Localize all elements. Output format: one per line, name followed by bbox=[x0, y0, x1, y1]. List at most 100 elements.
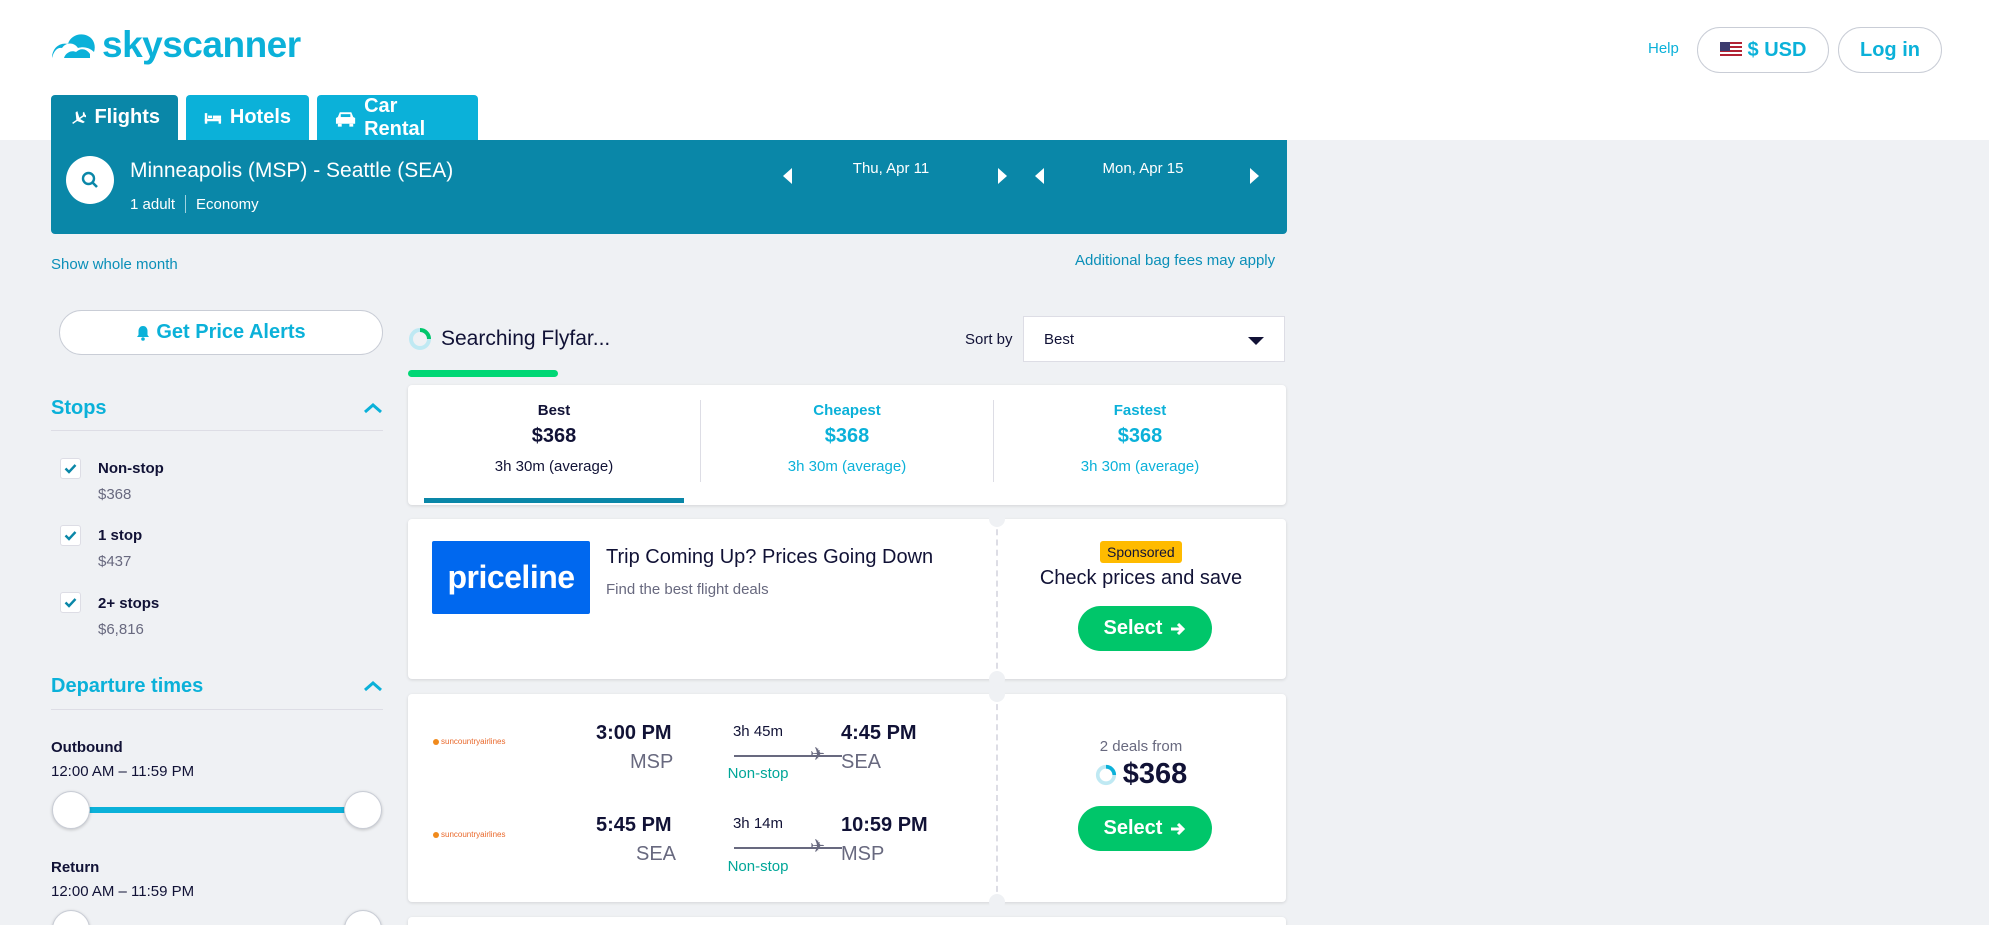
bell-icon bbox=[137, 325, 150, 341]
priceline-logo: priceline bbox=[432, 541, 590, 614]
help-link[interactable]: Help bbox=[1648, 40, 1679, 57]
outbound-slider-start-handle[interactable] bbox=[52, 791, 90, 829]
ad-cta-text: Check prices and save bbox=[1039, 567, 1243, 589]
non-stop-checkbox[interactable] bbox=[60, 458, 81, 479]
bed-icon bbox=[204, 112, 222, 124]
departure-times-title: Departure times bbox=[51, 674, 204, 697]
prev-depart-date-arrow-icon[interactable] bbox=[783, 168, 792, 184]
currency-label: $ USD bbox=[1747, 38, 1807, 61]
tab-flights[interactable]: Flights bbox=[51, 95, 178, 140]
active-tab-indicator bbox=[424, 498, 684, 503]
departure-airport: MSP bbox=[630, 751, 674, 773]
departure-airport: SEA bbox=[636, 843, 677, 865]
outbound-slider-end-handle[interactable] bbox=[344, 791, 382, 829]
price-value: $368 bbox=[1122, 758, 1188, 790]
us-flag-icon bbox=[1719, 42, 1742, 58]
divider bbox=[51, 430, 383, 431]
sort-select[interactable]: Best bbox=[1023, 316, 1285, 362]
next-return-date-arrow-icon[interactable] bbox=[1250, 168, 1259, 184]
arrival-airport: SEA bbox=[841, 751, 882, 773]
itinerary-card[interactable]: suncountryairlines 3:00 PM MSP 3h 45m ✈ … bbox=[408, 686, 1286, 910]
plane-icon bbox=[72, 110, 87, 124]
currency-button[interactable]: $ USD bbox=[1697, 27, 1829, 73]
card-divider bbox=[996, 694, 998, 902]
sort-tab-price: $368 bbox=[531, 425, 577, 447]
sponsored-ad-card[interactable]: priceline Trip Coming Up? Prices Going D… bbox=[408, 511, 1286, 687]
ad-subtitle: Find the best flight deals bbox=[606, 581, 769, 598]
ad-title: Trip Coming Up? Prices Going Down bbox=[606, 546, 934, 568]
bag-fees-link[interactable]: Additional bag fees may apply bbox=[1075, 252, 1275, 269]
sort-tab-fastest[interactable]: Fastest $368 3h 30m (average) bbox=[994, 385, 1286, 505]
itinerary-select-button[interactable]: Select bbox=[1078, 806, 1212, 851]
return-date[interactable]: Mon, Apr 15 bbox=[1068, 159, 1218, 179]
tab-hotels[interactable]: Hotels bbox=[186, 95, 309, 140]
search-icon bbox=[81, 171, 98, 188]
plane-icon: ✈ bbox=[810, 836, 826, 856]
sort-tab-cheapest[interactable]: Cheapest $368 3h 30m (average) bbox=[701, 385, 993, 505]
brand-name: skyscanner bbox=[102, 24, 301, 65]
airline-logo-icon bbox=[433, 738, 439, 745]
tab-car-rental[interactable]: Car Rental bbox=[317, 95, 478, 140]
arrow-right-icon bbox=[1171, 822, 1186, 835]
return-slider-end-handle[interactable] bbox=[344, 910, 382, 925]
caret-down-icon bbox=[1248, 337, 1264, 345]
sort-tab-price: $368 bbox=[824, 425, 870, 447]
search-progress-bar bbox=[408, 370, 558, 377]
check-icon bbox=[64, 531, 77, 541]
flight-path-line bbox=[734, 755, 842, 757]
tab-hotels-label: Hotels bbox=[229, 106, 291, 128]
arrival-time: 4:45 PM bbox=[841, 722, 917, 744]
next-depart-date-arrow-icon[interactable] bbox=[998, 168, 1007, 184]
check-icon bbox=[64, 598, 77, 608]
two-plus-stops-label: 2+ stops bbox=[98, 595, 160, 612]
return-time-range: 12:00 AM – 11:59 PM bbox=[51, 883, 195, 900]
non-stop-label: Non-stop bbox=[98, 460, 164, 477]
show-whole-month-link[interactable]: Show whole month bbox=[51, 256, 178, 273]
cloud-logo-icon bbox=[52, 34, 95, 58]
outbound-label: Outbound bbox=[51, 739, 123, 756]
sort-tab-duration: 3h 30m (average) bbox=[494, 458, 614, 475]
sort-tab-best[interactable]: Best $368 3h 30m (average) bbox=[408, 385, 700, 505]
login-button[interactable]: Log in bbox=[1838, 27, 1942, 73]
sort-selected-value: Best bbox=[1044, 330, 1075, 348]
stops-text: Non-stop bbox=[727, 765, 789, 782]
flight-duration: 3h 14m bbox=[732, 815, 784, 832]
stops-filter-title: Stops bbox=[51, 396, 107, 419]
price-alerts-button[interactable]: Get Price Alerts bbox=[59, 310, 383, 355]
check-icon bbox=[64, 464, 77, 474]
skyscanner-logo[interactable]: skyscanner bbox=[50, 24, 301, 66]
depart-date[interactable]: Thu, Apr 11 bbox=[816, 159, 966, 179]
arrival-time: 10:59 PM bbox=[841, 814, 928, 836]
arrival-airport: MSP bbox=[841, 843, 885, 865]
outbound-slider-track[interactable] bbox=[72, 807, 364, 813]
next-itinerary-card[interactable] bbox=[408, 917, 1286, 925]
sort-tab-price: $368 bbox=[1117, 425, 1163, 447]
sort-by-label: Sort by bbox=[965, 331, 1013, 348]
car-icon bbox=[335, 111, 356, 127]
one-stop-price: $437 bbox=[98, 553, 132, 570]
select-label: Select bbox=[1103, 617, 1163, 639]
travellers-count: 1 adult bbox=[130, 195, 176, 213]
search-progress-status: Searching Flyfar... bbox=[408, 316, 920, 362]
stops-filter-header[interactable]: Stops bbox=[51, 396, 383, 420]
ticket-notch bbox=[989, 511, 1005, 527]
ad-select-button[interactable]: Select bbox=[1078, 606, 1212, 651]
sort-tab-duration: 3h 30m (average) bbox=[1080, 458, 1200, 475]
route-text: Minneapolis (MSP) - Seattle (SEA) bbox=[130, 159, 454, 182]
prev-return-date-arrow-icon[interactable] bbox=[1035, 168, 1044, 184]
loading-spinner-icon bbox=[1095, 764, 1116, 785]
search-button[interactable] bbox=[66, 156, 114, 204]
one-stop-label: 1 stop bbox=[98, 527, 143, 544]
two-plus-stops-checkbox[interactable] bbox=[60, 592, 81, 613]
sort-tab-label: Fastest bbox=[1113, 402, 1167, 419]
departure-times-filter-header[interactable]: Departure times bbox=[51, 674, 383, 698]
search-summary-panel[interactable]: Minneapolis (MSP) - Seattle (SEA) 1 adul… bbox=[51, 140, 1287, 234]
one-stop-checkbox[interactable] bbox=[60, 525, 81, 546]
cabin-class: Economy bbox=[196, 195, 259, 213]
ticket-notch bbox=[989, 894, 1005, 910]
sort-tab-label: Best bbox=[537, 402, 571, 419]
select-label: Select bbox=[1103, 817, 1163, 839]
sort-tabs: Best $368 3h 30m (average) Cheapest $368… bbox=[408, 385, 1286, 505]
return-slider-start-handle[interactable] bbox=[52, 910, 90, 925]
flight-duration: 3h 45m bbox=[732, 723, 784, 740]
